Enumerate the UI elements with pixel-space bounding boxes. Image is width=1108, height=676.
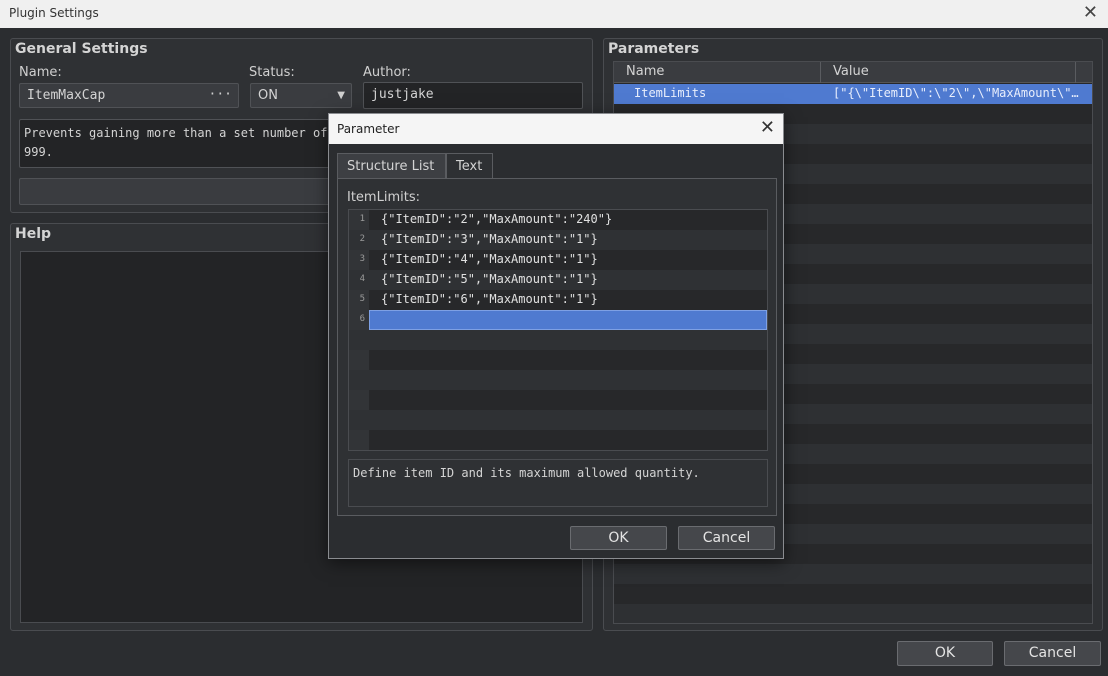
empty-row — [349, 390, 767, 410]
table-row[interactable]: ItemLimits ["{\"ItemID\":\"2\",\"MaxAmou… — [614, 84, 1092, 104]
param-name: ItemLimits — [634, 86, 707, 100]
dialog-cancel-button[interactable]: Cancel — [678, 526, 775, 550]
empty-row — [349, 410, 767, 430]
window-title: Plugin Settings — [9, 6, 99, 20]
author-label: Author: — [363, 65, 411, 80]
empty-row — [349, 350, 767, 370]
list-item[interactable]: 2 {"ItemID":"3","MaxAmount":"1"} — [349, 230, 767, 250]
window-titlebar: Plugin Settings ✕ — [0, 0, 1108, 28]
status-value: ON — [258, 88, 278, 103]
table-header: Name Value — [614, 62, 1092, 83]
column-name-header[interactable]: Name — [626, 64, 664, 79]
line-code: {"ItemID":"2","MaxAmount":"240"} — [381, 212, 613, 226]
author-value: justjake — [371, 87, 434, 102]
name-field[interactable]: ItemMaxCap ··· — [19, 83, 239, 108]
cancel-button[interactable]: Cancel — [1004, 641, 1101, 666]
column-divider — [1075, 62, 1076, 83]
line-number: 6 — [359, 314, 365, 324]
tab-text[interactable]: Text — [446, 153, 493, 179]
line-number: 2 — [359, 234, 365, 244]
field-label: ItemLimits: — [347, 190, 420, 205]
list-item-selected[interactable]: 6 — [349, 310, 767, 330]
line-code: {"ItemID":"5","MaxAmount":"1"} — [381, 272, 598, 286]
close-icon[interactable]: ✕ — [760, 117, 775, 138]
ok-button[interactable]: OK — [897, 641, 993, 666]
dialog-title: Parameter — [337, 122, 400, 136]
general-settings-title: General Settings — [15, 41, 148, 57]
author-field[interactable]: justjake — [363, 82, 583, 109]
status-select[interactable]: ON ▼ — [250, 83, 352, 108]
param-value: ["{\"ItemID\":\"2\",\"MaxAmount\"… — [833, 86, 1079, 100]
line-code: {"ItemID":"3","MaxAmount":"1"} — [381, 232, 598, 246]
selection-highlight — [369, 310, 767, 330]
line-number: 5 — [359, 294, 365, 304]
empty-row — [614, 564, 1092, 584]
status-label: Status: — [249, 65, 295, 80]
structure-list-editor[interactable]: 1 {"ItemID":"2","MaxAmount":"240"} 2 {"I… — [348, 209, 768, 451]
help-title: Help — [15, 226, 52, 242]
parameter-dialog: Parameter ✕ Structure List Text ItemLimi… — [328, 113, 784, 559]
tab-structure-list[interactable]: Structure List — [337, 153, 446, 179]
more-button[interactable]: ··· — [209, 87, 232, 102]
line-number: 4 — [359, 274, 365, 284]
chevron-down-icon: ▼ — [337, 90, 345, 101]
column-divider — [820, 62, 821, 83]
dialog-ok-button[interactable]: OK — [570, 526, 667, 550]
column-value-header[interactable]: Value — [833, 64, 869, 79]
name-value: ItemMaxCap — [27, 88, 106, 103]
parameters-title: Parameters — [608, 41, 700, 57]
dialog-titlebar: Parameter ✕ — [329, 114, 783, 144]
line-code: {"ItemID":"6","MaxAmount":"1"} — [381, 292, 598, 306]
line-number: 3 — [359, 254, 365, 264]
name-label: Name: — [19, 65, 62, 80]
empty-row — [614, 604, 1092, 623]
list-item[interactable]: 3 {"ItemID":"4","MaxAmount":"1"} — [349, 250, 767, 270]
empty-row — [349, 370, 767, 390]
line-code: {"ItemID":"4","MaxAmount":"1"} — [381, 252, 598, 266]
structure-list-pane: ItemLimits: 1 {"ItemID":"2","MaxAmount":… — [337, 178, 777, 516]
line-number: 1 — [359, 214, 365, 224]
parameter-description: Define item ID and its maximum allowed q… — [348, 459, 768, 507]
list-item[interactable]: 1 {"ItemID":"2","MaxAmount":"240"} — [349, 210, 767, 230]
empty-row — [349, 330, 767, 350]
empty-row — [349, 430, 767, 450]
close-icon[interactable]: ✕ — [1083, 2, 1098, 23]
list-item[interactable]: 5 {"ItemID":"6","MaxAmount":"1"} — [349, 290, 767, 310]
list-item[interactable]: 4 {"ItemID":"5","MaxAmount":"1"} — [349, 270, 767, 290]
